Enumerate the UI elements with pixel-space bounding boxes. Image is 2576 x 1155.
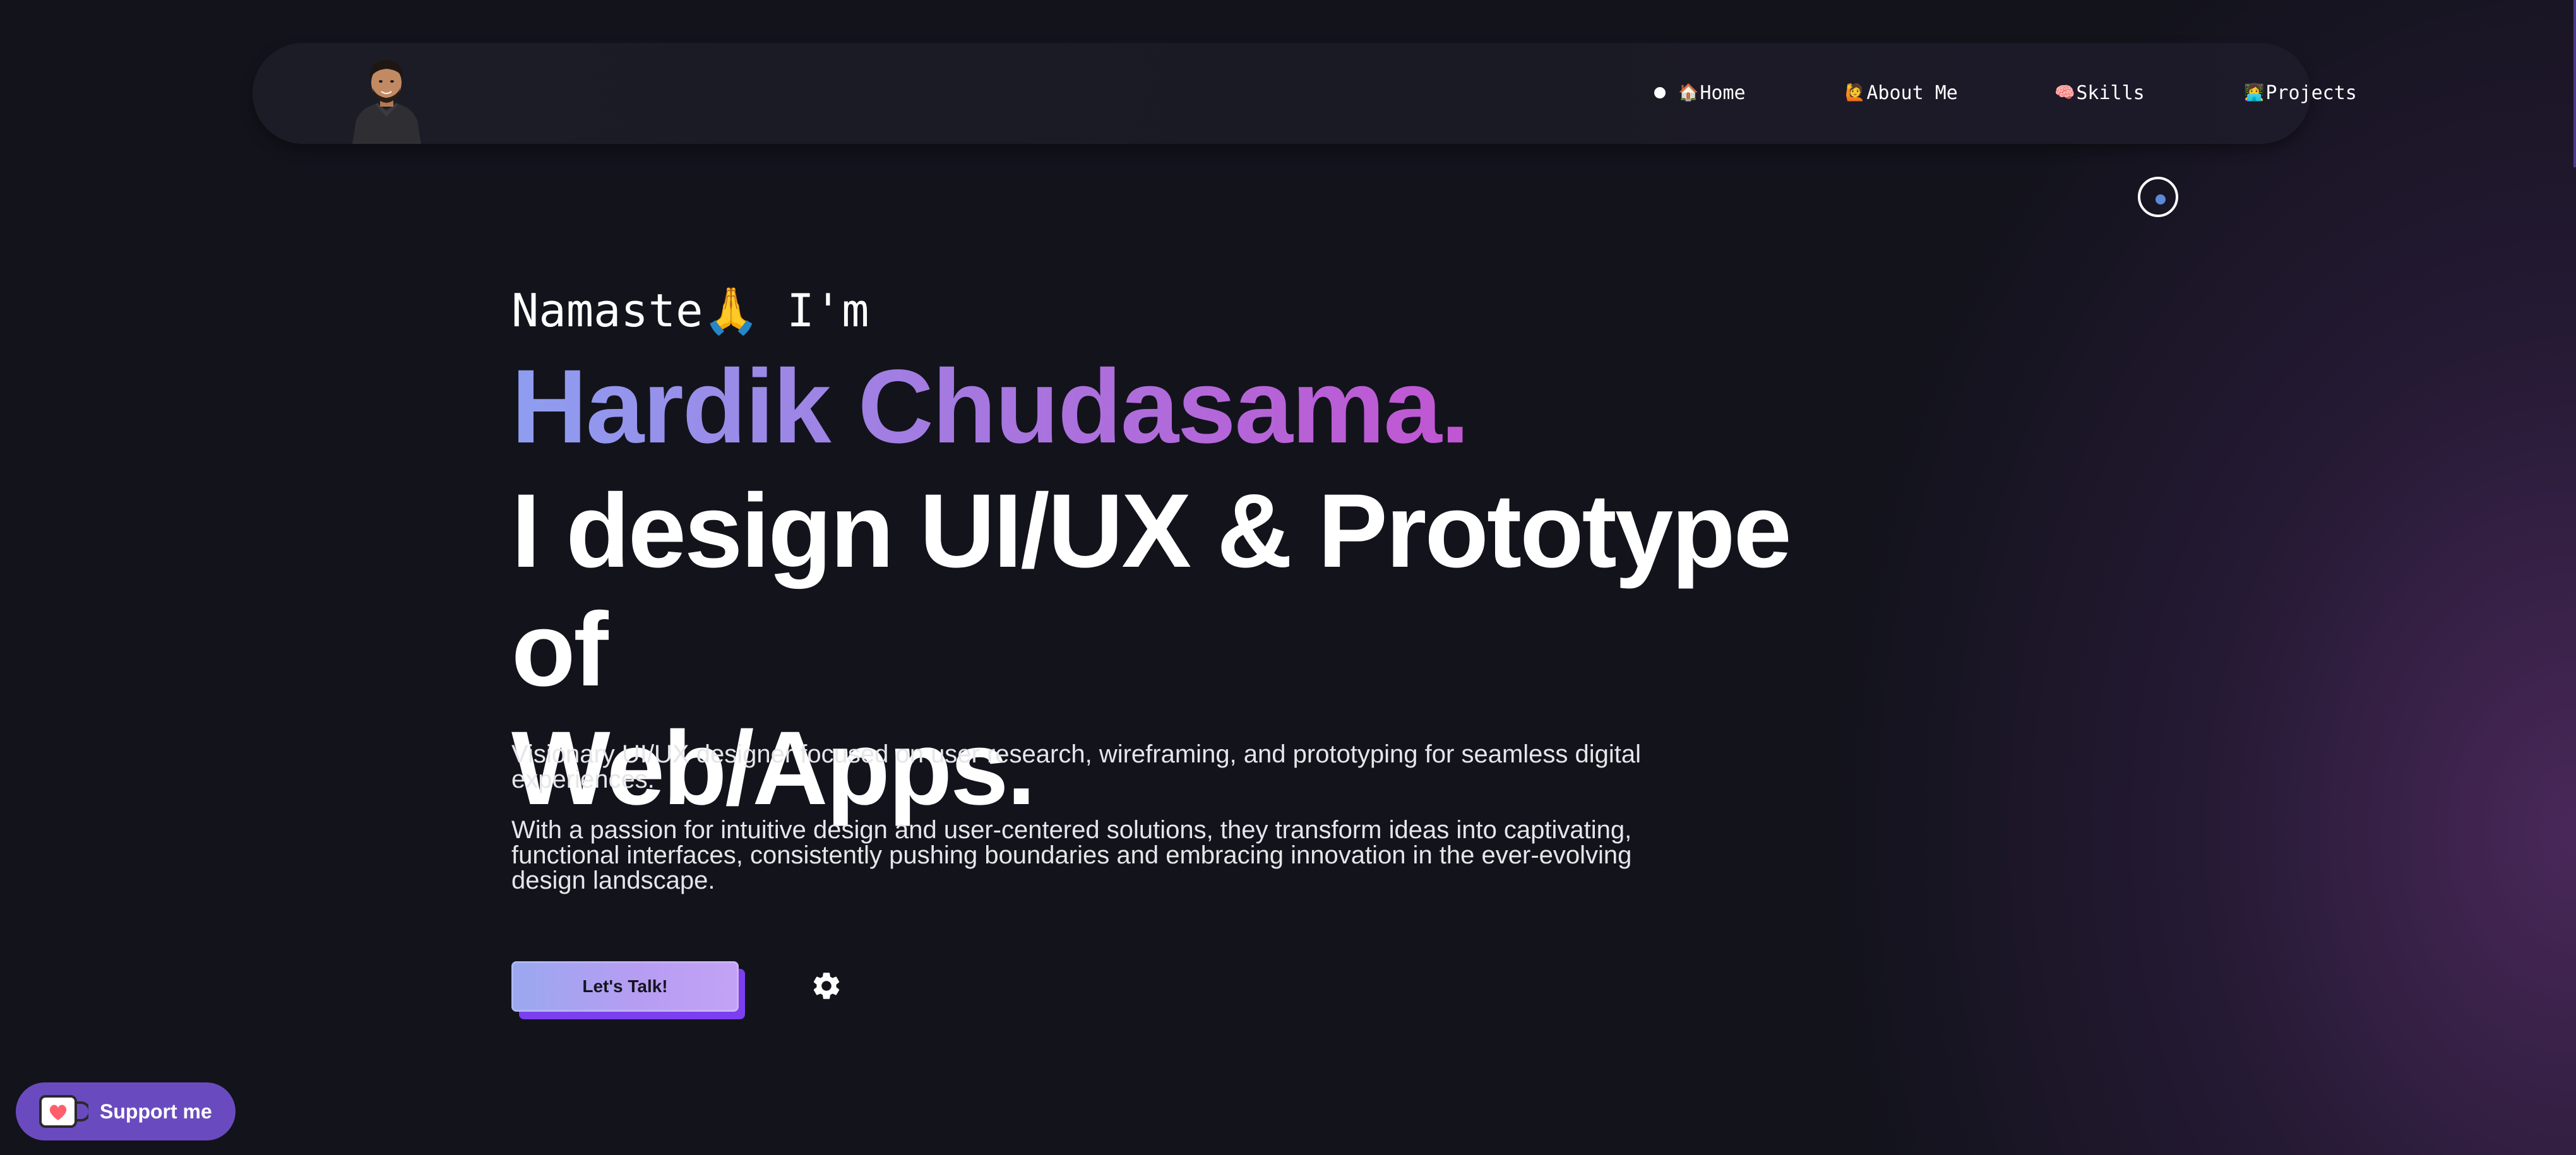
nav-links: 🏠 Home 🙋 About Me 🧠 Skills 👩‍💻 Projects bbox=[1578, 43, 2357, 144]
support-me-label: Support me bbox=[100, 1099, 212, 1123]
lets-talk-button[interactable]: Let's Talk! bbox=[511, 961, 739, 1012]
house-icon: 🏠 bbox=[1678, 83, 1699, 102]
hero-description: Visionary UI/UX designer focused on user… bbox=[511, 740, 1642, 793]
nav-item-about-me-label: About Me bbox=[1866, 81, 1958, 104]
technologist-icon: 👩‍💻 bbox=[2244, 83, 2265, 102]
support-me-button[interactable]: Support me bbox=[16, 1082, 236, 1140]
avatar[interactable] bbox=[347, 46, 426, 144]
hero-headline-line1: I design UI/UX & Prototype of bbox=[511, 473, 1792, 708]
nav-item-about-me[interactable]: 🙋 About Me bbox=[1845, 77, 1958, 109]
cursor-dot-icon bbox=[2156, 194, 2166, 204]
brain-icon: 🧠 bbox=[2054, 83, 2075, 102]
nav-item-home-label: Home bbox=[1700, 81, 1746, 104]
hero-description-secondary: With a passion for intuitive design and … bbox=[511, 816, 1632, 894]
coffee-mug-heart-icon bbox=[39, 1095, 88, 1128]
cta-container: Let's Talk! bbox=[511, 961, 746, 1021]
nav-item-projects-label: Projects bbox=[2265, 81, 2357, 104]
hero-greeting: Namaste🙏 I'm bbox=[511, 284, 869, 337]
scroll-indicator bbox=[2573, 0, 2576, 167]
active-indicator-dot bbox=[1654, 87, 1666, 98]
nav-item-skills[interactable]: 🧠 Skills bbox=[2054, 77, 2145, 109]
nav-item-skills-label: Skills bbox=[2076, 81, 2145, 104]
nav-item-home[interactable]: 🏠 Home bbox=[1654, 77, 1746, 109]
gear-icon[interactable] bbox=[810, 969, 843, 1002]
raising-hand-icon: 🙋 bbox=[1845, 83, 1866, 102]
hero-name: Hardik Chudasama. bbox=[511, 348, 1470, 465]
navbar: 🏠 Home 🙋 About Me 🧠 Skills 👩‍💻 Projects bbox=[253, 43, 2357, 144]
nav-item-projects[interactable]: 👩‍💻 Projects bbox=[2244, 77, 2357, 109]
